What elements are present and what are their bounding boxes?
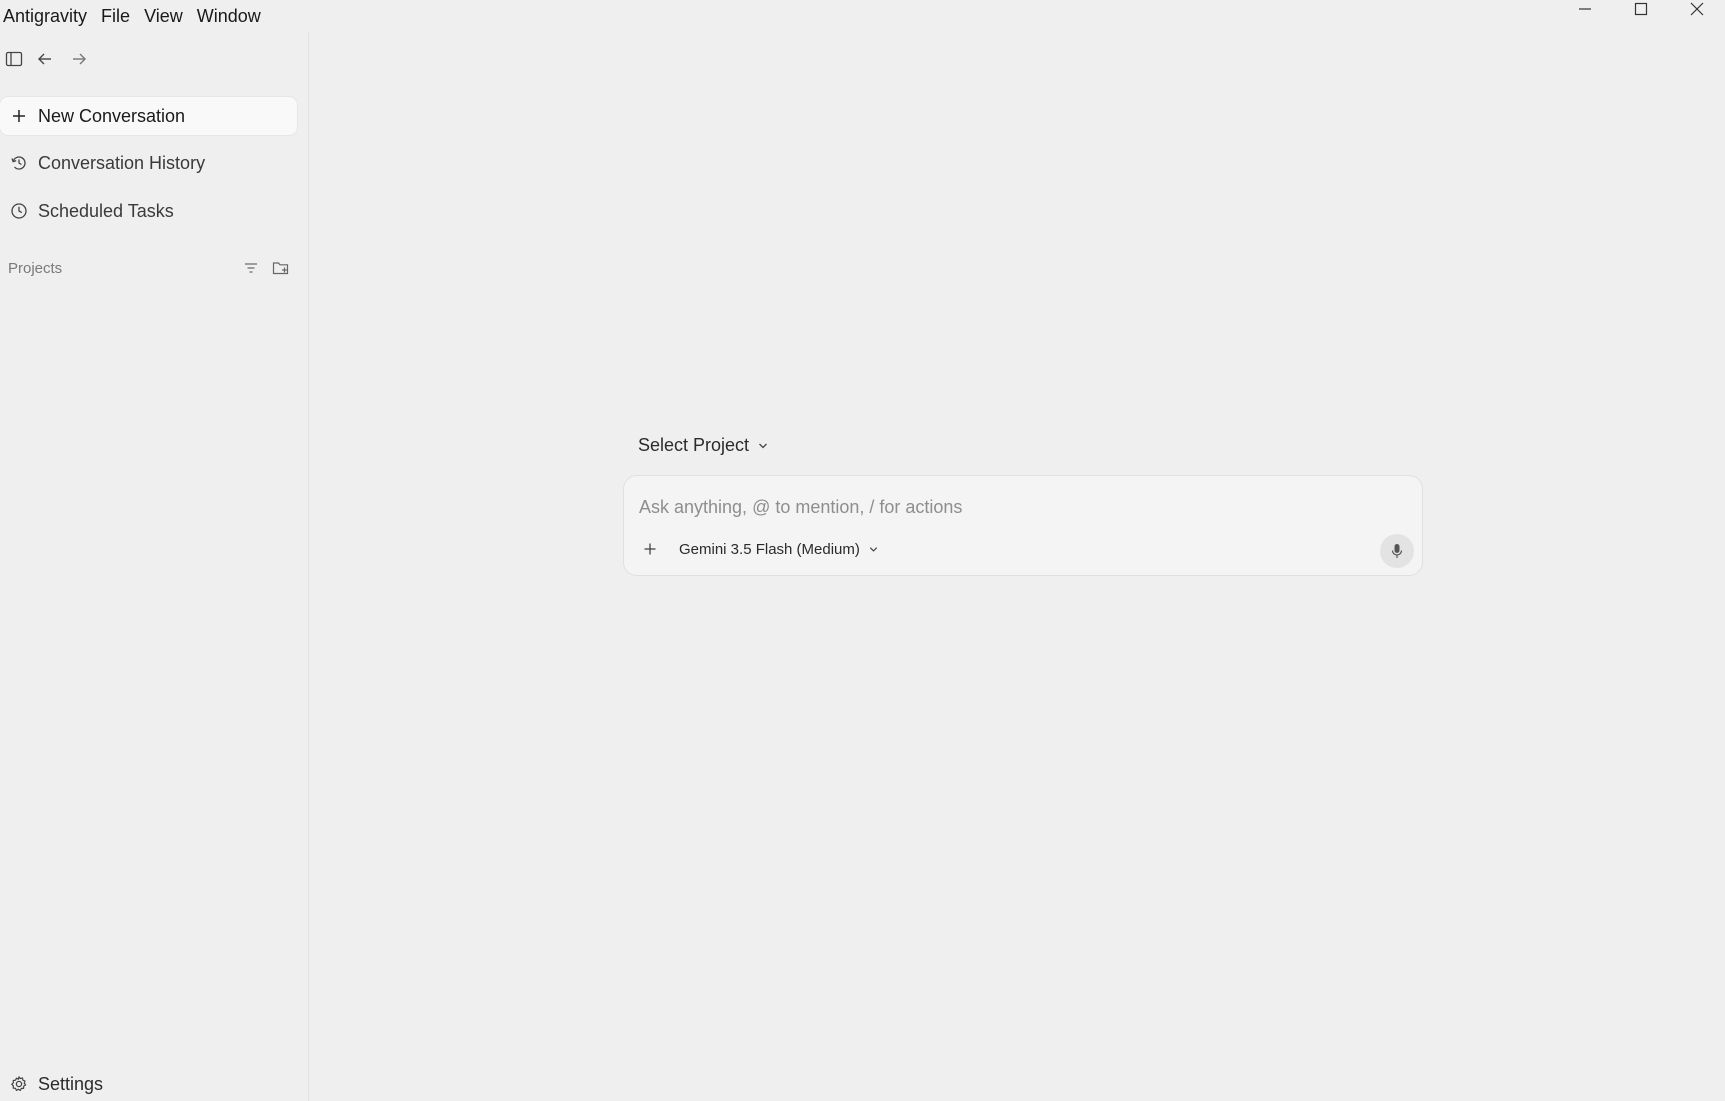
chat-composer: Gemini 3.5 Flash (Medium)	[623, 475, 1423, 576]
chat-input[interactable]	[639, 494, 1399, 520]
folder-plus-icon	[272, 262, 289, 275]
sidebar-item-new-conversation[interactable]: New Conversation	[0, 97, 297, 135]
maximize-button[interactable]	[1613, 0, 1669, 32]
menu-bar: Antigravity File View Window	[0, 0, 268, 32]
attach-button[interactable]	[639, 538, 661, 560]
model-select-dropdown[interactable]: Gemini 3.5 Flash (Medium)	[679, 541, 879, 558]
menu-window[interactable]: Window	[190, 5, 268, 27]
toggle-sidebar-button[interactable]	[0, 42, 28, 76]
history-icon	[0, 154, 38, 172]
project-select-dropdown[interactable]: Select Project	[638, 435, 769, 456]
gear-icon	[0, 1075, 38, 1093]
sidebar-item-conversation-history[interactable]: Conversation History	[0, 144, 297, 182]
sidebar-item-label: Conversation History	[38, 152, 206, 173]
minimize-icon	[1579, 8, 1591, 10]
settings-label: Settings	[38, 1073, 104, 1094]
chat-tools: Gemini 3.5 Flash (Medium)	[639, 538, 879, 560]
clock-icon	[0, 202, 38, 220]
menu-file[interactable]: File	[94, 5, 137, 27]
arrow-left-icon	[38, 53, 51, 65]
main-area: Select Project Gemini 3.5 Flash (Medium)	[310, 32, 1725, 1101]
chevron-down-icon	[759, 443, 768, 448]
sidebar-item-scheduled-tasks[interactable]: Scheduled Tasks	[0, 192, 297, 230]
sidebar-item-label: Scheduled Tasks	[38, 200, 174, 221]
close-icon	[1690, 2, 1704, 16]
arrow-right-icon	[73, 53, 86, 65]
microphone-icon	[1391, 544, 1403, 558]
microphone-button[interactable]	[1380, 534, 1414, 568]
sidebar-toggle-icon	[5, 51, 23, 67]
project-select-label: Select Project	[638, 435, 750, 455]
projects-label: Projects	[8, 259, 63, 277]
settings-button[interactable]: Settings	[0, 1068, 103, 1100]
sidebar-nav	[0, 42, 96, 76]
back-button[interactable]	[28, 42, 62, 76]
sidebar-item-label: New Conversation	[38, 105, 186, 126]
title-bar: Antigravity File View Window	[0, 0, 1725, 32]
forward-button[interactable]	[62, 42, 96, 76]
plus-icon	[0, 108, 38, 124]
new-folder-button[interactable]	[271, 258, 291, 278]
model-select-label: Gemini 3.5 Flash (Medium)	[679, 540, 860, 558]
filter-icon	[245, 263, 257, 273]
maximize-icon	[1634, 2, 1648, 16]
filter-button[interactable]	[241, 258, 261, 278]
projects-tools	[241, 258, 291, 278]
sidebar: New Conversation Conversation History Sc…	[0, 32, 309, 1101]
minimize-button[interactable]	[1557, 0, 1613, 32]
menu-view[interactable]: View	[137, 5, 190, 27]
menu-app[interactable]: Antigravity	[0, 5, 94, 27]
chevron-down-icon	[869, 546, 878, 552]
window-controls	[1557, 0, 1725, 32]
plus-icon	[644, 543, 656, 555]
projects-header: Projects	[8, 258, 291, 278]
close-button[interactable]	[1669, 0, 1725, 32]
